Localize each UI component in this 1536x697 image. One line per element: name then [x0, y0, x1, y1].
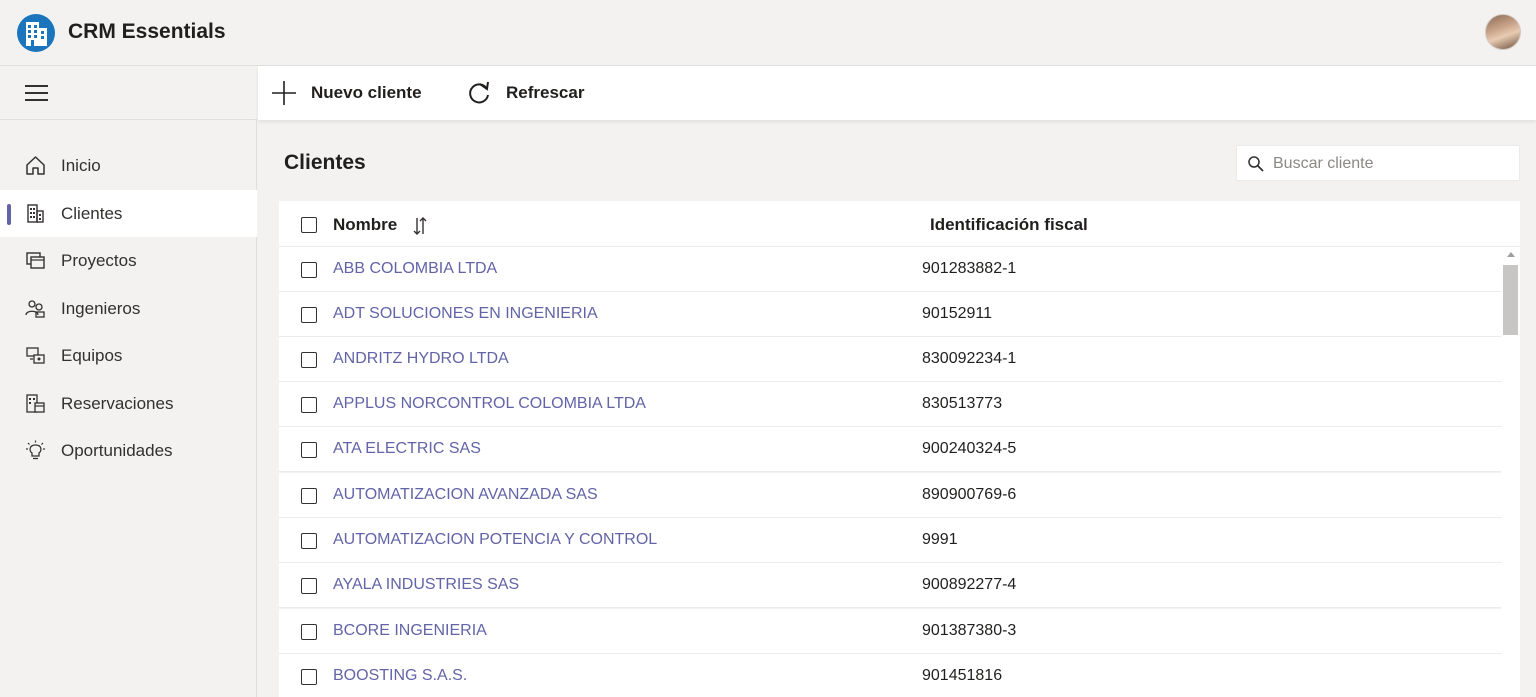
search-input[interactable] — [1273, 152, 1513, 176]
table-row[interactable]: AUTOMATIZACION POTENCIA Y CONTROL 9991 — [279, 518, 1501, 563]
sidebar-item-label: Clientes — [61, 204, 123, 223]
sidebar-item-proyectos[interactable]: Proyectos — [0, 237, 257, 284]
new-client-button[interactable]: Nuevo cliente — [271, 78, 422, 108]
plus-icon — [272, 81, 296, 105]
table-row[interactable]: APPLUS NORCONTROL COLOMBIA LTDA 83051377… — [279, 382, 1501, 427]
new-client-label: Nuevo cliente — [311, 83, 422, 102]
client-name-link[interactable]: AUTOMATIZACION AVANZADA SAS — [333, 486, 598, 504]
client-name-link[interactable]: ABB COLOMBIA LTDA — [333, 260, 497, 278]
sidebar-item-inicio[interactable]: Inicio — [0, 142, 257, 189]
client-tax-id: 890900769-6 — [922, 486, 1017, 503]
column-header-tax-id[interactable]: Identificación fiscal — [930, 215, 1088, 235]
row-checkbox[interactable] — [301, 578, 317, 594]
scroll-thumb[interactable] — [1503, 265, 1518, 335]
row-checkbox[interactable] — [301, 262, 317, 278]
user-avatar[interactable] — [1485, 14, 1521, 50]
home-icon — [26, 156, 45, 175]
sidebar-item-label: Oportunidades — [61, 441, 173, 460]
row-checkbox[interactable] — [301, 397, 317, 413]
client-name-link[interactable]: ADT SOLUCIONES EN INGENIERIA — [333, 305, 598, 323]
client-tax-id: 90152911 — [922, 305, 992, 322]
building-icon — [27, 204, 44, 223]
row-checkbox[interactable] — [301, 352, 317, 368]
calendar-building-icon — [26, 394, 45, 413]
client-name-link[interactable]: ATA ELECTRIC SAS — [333, 440, 481, 458]
active-indicator — [7, 204, 11, 225]
people-icon — [25, 300, 45, 318]
row-checkbox[interactable] — [301, 669, 317, 685]
column-header-name[interactable]: Nombre — [333, 215, 397, 235]
hamburger-menu-icon[interactable] — [25, 85, 49, 101]
table-row[interactable]: ABB COLOMBIA LTDA 901283882-1 — [279, 247, 1501, 292]
table-row[interactable]: ATA ELECTRIC SAS 900240324-5 — [279, 427, 1501, 472]
refresh-label: Refrescar — [506, 83, 585, 102]
sidebar-item-equipos[interactable]: Equipos — [0, 332, 257, 379]
sidebar-item-label: Ingenieros — [61, 299, 141, 318]
vertical-scrollbar[interactable] — [1501, 247, 1520, 697]
sidebar-item-ingenieros[interactable]: Ingenieros — [0, 285, 257, 332]
client-name-link[interactable]: AYALA INDUSTRIES SAS — [333, 576, 519, 594]
select-all-checkbox[interactable] — [301, 217, 317, 233]
client-tax-id: 901387380-3 — [922, 622, 1017, 639]
table-row[interactable]: AUTOMATIZACION AVANZADA SAS 890900769-6 — [279, 473, 1501, 518]
table-body: ABB COLOMBIA LTDA 901283882-1 ADT SOLUCI… — [279, 247, 1501, 697]
page-title: Clientes — [284, 151, 366, 174]
lightbulb-icon — [26, 440, 45, 460]
client-tax-id: 900240324-5 — [922, 440, 1017, 457]
table-row[interactable]: ANDRITZ HYDRO LTDA 830092234-1 — [279, 337, 1501, 382]
row-checkbox[interactable] — [301, 533, 317, 549]
table-header: Nombre Identificación fiscal — [279, 201, 1520, 247]
search-icon — [1248, 156, 1264, 172]
building-logo-icon — [17, 14, 55, 52]
client-name-link[interactable]: APPLUS NORCONTROL COLOMBIA LTDA — [333, 395, 646, 413]
row-checkbox[interactable] — [301, 442, 317, 458]
sidebar-item-reservaciones[interactable]: Reservaciones — [0, 380, 257, 427]
scroll-up-arrow-icon[interactable] — [1507, 252, 1515, 257]
sidebar-item-label: Reservaciones — [61, 394, 174, 413]
search-box — [1236, 145, 1520, 181]
client-name-link[interactable]: BOOSTING S.A.S. — [333, 667, 467, 685]
client-name-link[interactable]: BCORE INGENIERIA — [333, 622, 487, 640]
app-header: CRM Essentials — [0, 0, 1536, 66]
client-tax-id: 830513773 — [922, 395, 1003, 412]
refresh-icon — [469, 81, 489, 104]
sidebar-nav: Inicio Clientes Proyectos Ingenieros Equ… — [0, 120, 257, 697]
folders-icon — [26, 252, 45, 269]
sidebar-item-clientes[interactable]: Clientes — [0, 190, 257, 237]
devices-icon — [26, 347, 45, 364]
table-row[interactable]: BCORE INGENIERIA 901387380-3 — [279, 609, 1501, 654]
sidebar-item-label: Equipos — [61, 346, 123, 365]
table-row[interactable]: AYALA INDUSTRIES SAS 900892277-4 — [279, 563, 1501, 608]
client-tax-id: 901283882-1 — [922, 260, 1017, 277]
table-row[interactable]: ADT SOLUCIONES EN INGENIERIA 90152911 — [279, 292, 1501, 337]
command-bar: Nuevo cliente Refrescar — [258, 66, 1536, 120]
sidebar-item-oportunidades[interactable]: Oportunidades — [0, 427, 257, 474]
client-tax-id: 901451816 — [922, 667, 1003, 684]
sidebar-item-label: Proyectos — [61, 251, 137, 270]
app-title: CRM Essentials — [68, 20, 226, 43]
table-row[interactable]: BOOSTING S.A.S. 901451816 — [279, 654, 1501, 697]
nav-header — [0, 66, 257, 120]
row-checkbox[interactable] — [301, 307, 317, 323]
sort-icon[interactable] — [412, 215, 428, 237]
client-tax-id: 9991 — [922, 531, 958, 548]
refresh-button[interactable]: Refrescar — [466, 78, 584, 108]
client-tax-id: 900892277-4 — [922, 576, 1017, 593]
row-checkbox[interactable] — [301, 624, 317, 640]
sidebar-item-label: Inicio — [61, 156, 101, 175]
client-name-link[interactable]: AUTOMATIZACION POTENCIA Y CONTROL — [333, 531, 657, 549]
client-name-link[interactable]: ANDRITZ HYDRO LTDA — [333, 350, 509, 368]
row-checkbox[interactable] — [301, 488, 317, 504]
client-tax-id: 830092234-1 — [922, 350, 1017, 367]
